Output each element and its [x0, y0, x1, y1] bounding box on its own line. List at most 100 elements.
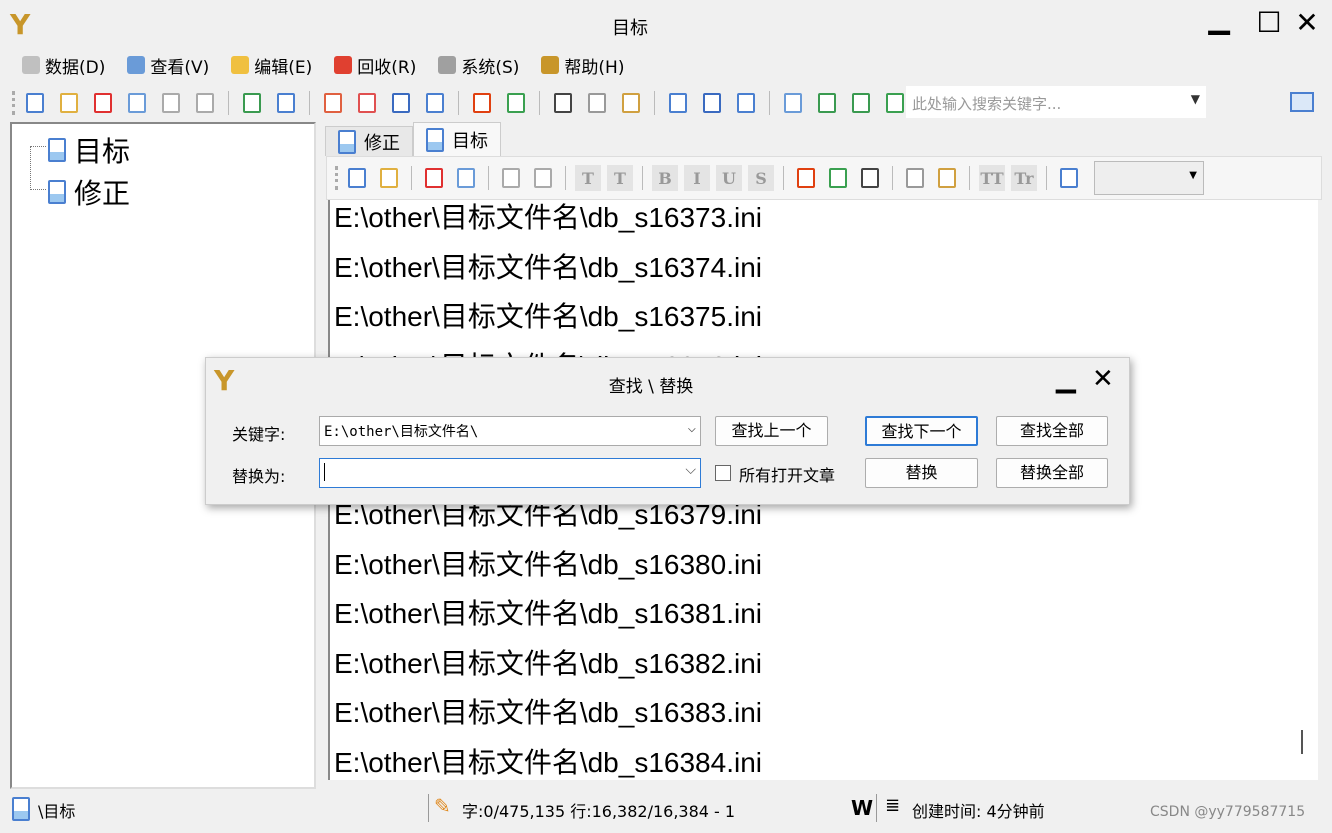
menu-item-5[interactable]: 帮助(H)	[541, 48, 624, 82]
minimize-button[interactable]: ▁	[1202, 2, 1236, 35]
toolbar-grip[interactable]	[12, 91, 15, 115]
tree-item-fix[interactable]: 修正	[48, 172, 130, 212]
replace-button[interactable]: 替换	[865, 458, 978, 488]
document-icon	[426, 127, 444, 152]
toolbar-separator	[642, 166, 643, 190]
font-size-down-icon[interactable]: Tr	[1011, 165, 1037, 191]
dialog-title: 查找 \ 替换	[608, 377, 694, 397]
align-center-icon[interactable]	[825, 165, 851, 191]
lifebuoy-icon	[334, 56, 353, 74]
tag-icon[interactable]	[779, 89, 807, 117]
replace-combo[interactable]: ⌵	[319, 458, 701, 488]
toolbar-grip[interactable]	[335, 166, 338, 190]
chevron-down-icon: ▼	[1189, 170, 1197, 181]
layout-icon[interactable]	[1290, 92, 1314, 112]
find-all-button[interactable]: 查找全部	[996, 416, 1108, 446]
export-icon[interactable]	[272, 89, 300, 117]
menu-item-0[interactable]: 数据(D)	[22, 48, 105, 82]
chevron-down-icon[interactable]: ⌵	[685, 462, 696, 478]
wrap-mode-toggle[interactable]: W	[851, 796, 873, 820]
dialog-close-button[interactable]: ✕	[1092, 364, 1114, 394]
search-input[interactable]: 此处输入搜索关键字... ▼	[906, 86, 1206, 118]
font-size-select[interactable]: ▼	[1094, 161, 1204, 195]
blank-doc-icon[interactable]	[353, 89, 381, 117]
toolbar-separator	[309, 91, 310, 115]
send-icon[interactable]	[847, 89, 875, 117]
menu-item-4[interactable]: 系统(S)	[438, 48, 519, 82]
align-box-right-icon[interactable]	[530, 165, 556, 191]
text-T-icon[interactable]: T	[575, 165, 601, 191]
delete-icon[interactable]	[89, 89, 117, 117]
move-down-icon[interactable]	[191, 89, 219, 117]
keyword-combo[interactable]: E:\other\目标文件名\ ⌵	[319, 416, 701, 446]
brush-icon[interactable]	[453, 165, 479, 191]
scrollbar-thumb[interactable]	[1301, 730, 1303, 754]
toolbar-separator	[654, 91, 655, 115]
save-all-icon[interactable]	[421, 89, 449, 117]
fullscreen-icon[interactable]	[881, 89, 909, 117]
insert-image-icon[interactable]	[344, 165, 370, 191]
font-size-up-icon[interactable]: TT	[979, 165, 1005, 191]
image-export-icon[interactable]	[376, 165, 402, 191]
cut-icon[interactable]	[549, 89, 577, 117]
paste-icon[interactable]	[617, 89, 645, 117]
status-position: 字:0/475,135 行:16,382/16,384 - 1	[462, 802, 736, 821]
document-icon	[338, 129, 356, 154]
status-path: \目标	[38, 802, 76, 821]
indent-icon[interactable]	[934, 165, 960, 191]
tab-target[interactable]: 目标	[413, 122, 501, 156]
find-icon[interactable]	[698, 89, 726, 117]
editor-line: E:\other\目标文件名\db_s16380.ini	[334, 548, 762, 580]
status-created: 创建时间: 4分钟前	[912, 802, 1045, 821]
menu-item-3[interactable]: 回收(R)	[334, 48, 416, 82]
status-bar: \目标 ✎ 字:0/475,135 行:16,382/16,384 - 1 W …	[0, 788, 1332, 833]
align-left-icon[interactable]	[793, 165, 819, 191]
dialog-minimize-button[interactable]: ▁	[1056, 364, 1076, 394]
new-doc-icon[interactable]	[21, 89, 49, 117]
move-up-icon[interactable]	[157, 89, 185, 117]
window-title: 目标	[612, 18, 648, 39]
underline-icon[interactable]: U	[716, 165, 742, 191]
forward-icon[interactable]	[813, 89, 841, 117]
all-open-checkbox[interactable]	[715, 465, 731, 481]
database-icon	[22, 56, 40, 74]
editor-line: E:\other\目标文件名\db_s16384.ini	[334, 746, 762, 778]
save-icon[interactable]	[387, 89, 415, 117]
outdent-icon[interactable]	[902, 165, 928, 191]
find-next-button[interactable]: 查找下一个	[865, 416, 978, 446]
bold-icon[interactable]: B	[652, 165, 678, 191]
toolbar-separator	[565, 166, 566, 190]
undo-icon[interactable]	[468, 89, 496, 117]
chevron-down-icon[interactable]: ▼	[1191, 92, 1200, 106]
toolbar-separator	[488, 166, 489, 190]
text-T-filled-icon[interactable]: T	[607, 165, 633, 191]
list-bullet-icon[interactable]	[1056, 165, 1082, 191]
menu-item-1[interactable]: 查看(V)	[127, 48, 209, 82]
align-right-icon[interactable]	[857, 165, 883, 191]
chevron-down-icon[interactable]: ⌵	[688, 420, 696, 436]
title-bar: Y 目标 ▁ ☐ ✕	[0, 0, 1332, 46]
replace-all-button[interactable]: 替换全部	[996, 458, 1108, 488]
editor-line: E:\other\目标文件名\db_s16374.ini	[334, 251, 762, 283]
toolbar-separator	[769, 91, 770, 115]
vertical-scrollbar[interactable]	[1290, 200, 1318, 780]
find-previous-button[interactable]: 查找上一个	[715, 416, 828, 446]
copy-icon[interactable]	[583, 89, 611, 117]
align-box-left-icon[interactable]	[498, 165, 524, 191]
tab-fix[interactable]: 修正	[325, 126, 413, 156]
find-replace-icon[interactable]	[732, 89, 760, 117]
italic-icon[interactable]: I	[684, 165, 710, 191]
editor-line: E:\other\目标文件名\db_s16382.ini	[334, 647, 762, 679]
remove-doc-icon[interactable]	[319, 89, 347, 117]
close-button[interactable]: ✕	[1290, 6, 1324, 39]
strikethrough-icon[interactable]: S	[748, 165, 774, 191]
redo-icon[interactable]	[502, 89, 530, 117]
list-icon[interactable]	[123, 89, 151, 117]
eraser-icon[interactable]	[421, 165, 447, 191]
tree-item-target[interactable]: 目标	[48, 130, 130, 170]
zoom-in-icon[interactable]	[664, 89, 692, 117]
maximize-button[interactable]: ☐	[1252, 6, 1286, 39]
menu-item-2[interactable]: 编辑(E)	[231, 48, 312, 82]
import-icon[interactable]	[238, 89, 266, 117]
new-folder-icon[interactable]	[55, 89, 83, 117]
